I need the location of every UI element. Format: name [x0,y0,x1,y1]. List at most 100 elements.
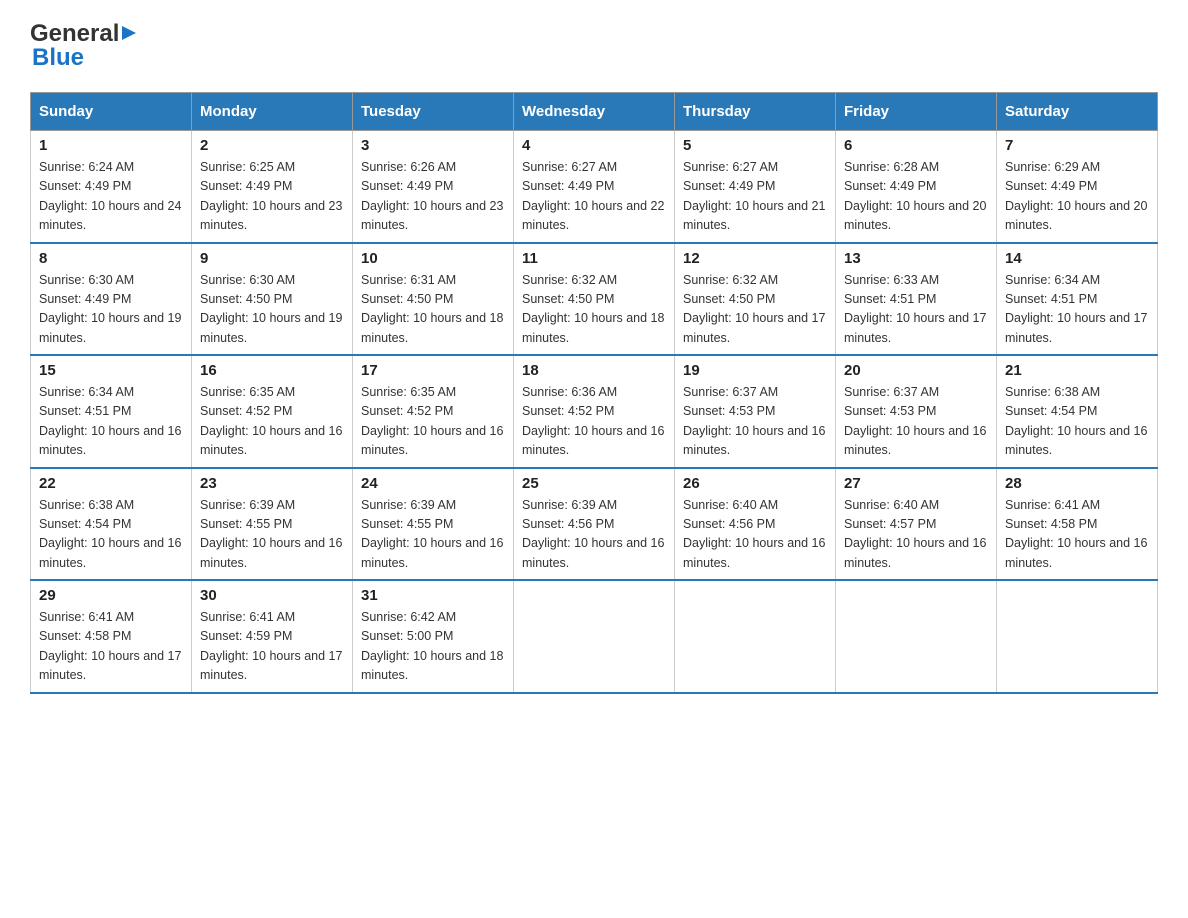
calendar-cell: 4 Sunrise: 6:27 AMSunset: 4:49 PMDayligh… [514,131,675,243]
day-info: Sunrise: 6:32 AMSunset: 4:50 PMDaylight:… [683,271,827,349]
day-info: Sunrise: 6:39 AMSunset: 4:56 PMDaylight:… [522,496,666,574]
week-row-5: 29 Sunrise: 6:41 AMSunset: 4:58 PMDaylig… [31,580,1158,693]
calendar-cell: 16 Sunrise: 6:35 AMSunset: 4:52 PMDaylig… [192,355,353,468]
day-number: 8 [39,250,183,267]
calendar-cell: 22 Sunrise: 6:38 AMSunset: 4:54 PMDaylig… [31,468,192,581]
calendar-cell: 17 Sunrise: 6:35 AMSunset: 4:52 PMDaylig… [353,355,514,468]
week-row-3: 15 Sunrise: 6:34 AMSunset: 4:51 PMDaylig… [31,355,1158,468]
day-number: 16 [200,362,344,379]
calendar-cell: 21 Sunrise: 6:38 AMSunset: 4:54 PMDaylig… [997,355,1158,468]
day-info: Sunrise: 6:34 AMSunset: 4:51 PMDaylight:… [1005,271,1149,349]
day-info: Sunrise: 6:32 AMSunset: 4:50 PMDaylight:… [522,271,666,349]
day-info: Sunrise: 6:24 AMSunset: 4:49 PMDaylight:… [39,158,183,236]
calendar-cell: 23 Sunrise: 6:39 AMSunset: 4:55 PMDaylig… [192,468,353,581]
day-info: Sunrise: 6:40 AMSunset: 4:57 PMDaylight:… [844,496,988,574]
day-info: Sunrise: 6:31 AMSunset: 4:50 PMDaylight:… [361,271,505,349]
calendar-cell: 14 Sunrise: 6:34 AMSunset: 4:51 PMDaylig… [997,243,1158,356]
day-number: 12 [683,250,827,267]
day-number: 2 [200,137,344,154]
calendar-cell: 31 Sunrise: 6:42 AMSunset: 5:00 PMDaylig… [353,580,514,693]
calendar-cell: 11 Sunrise: 6:32 AMSunset: 4:50 PMDaylig… [514,243,675,356]
day-info: Sunrise: 6:39 AMSunset: 4:55 PMDaylight:… [200,496,344,574]
day-info: Sunrise: 6:34 AMSunset: 4:51 PMDaylight:… [39,383,183,461]
day-number: 30 [200,587,344,604]
day-number: 3 [361,137,505,154]
day-number: 23 [200,475,344,492]
weekday-header-sunday: Sunday [31,93,192,131]
day-info: Sunrise: 6:27 AMSunset: 4:49 PMDaylight:… [683,158,827,236]
day-info: Sunrise: 6:35 AMSunset: 4:52 PMDaylight:… [200,383,344,461]
day-number: 15 [39,362,183,379]
day-info: Sunrise: 6:26 AMSunset: 4:49 PMDaylight:… [361,158,505,236]
day-number: 1 [39,137,183,154]
calendar-cell: 1 Sunrise: 6:24 AMSunset: 4:49 PMDayligh… [31,131,192,243]
calendar-cell: 9 Sunrise: 6:30 AMSunset: 4:50 PMDayligh… [192,243,353,356]
logo: General Blue [30,20,140,72]
calendar-cell: 27 Sunrise: 6:40 AMSunset: 4:57 PMDaylig… [836,468,997,581]
day-number: 7 [1005,137,1149,154]
calendar-cell: 25 Sunrise: 6:39 AMSunset: 4:56 PMDaylig… [514,468,675,581]
day-number: 20 [844,362,988,379]
day-number: 4 [522,137,666,154]
day-info: Sunrise: 6:40 AMSunset: 4:56 PMDaylight:… [683,496,827,574]
calendar-cell: 30 Sunrise: 6:41 AMSunset: 4:59 PMDaylig… [192,580,353,693]
calendar-cell: 15 Sunrise: 6:34 AMSunset: 4:51 PMDaylig… [31,355,192,468]
calendar-table: SundayMondayTuesdayWednesdayThursdayFrid… [30,92,1158,694]
day-info: Sunrise: 6:33 AMSunset: 4:51 PMDaylight:… [844,271,988,349]
day-number: 5 [683,137,827,154]
weekday-header-wednesday: Wednesday [514,93,675,131]
day-number: 17 [361,362,505,379]
logo-arrow-icon [122,24,140,42]
day-number: 21 [1005,362,1149,379]
day-number: 25 [522,475,666,492]
day-number: 28 [1005,475,1149,492]
day-info: Sunrise: 6:30 AMSunset: 4:50 PMDaylight:… [200,271,344,349]
calendar-cell: 12 Sunrise: 6:32 AMSunset: 4:50 PMDaylig… [675,243,836,356]
day-number: 18 [522,362,666,379]
calendar-cell: 24 Sunrise: 6:39 AMSunset: 4:55 PMDaylig… [353,468,514,581]
day-info: Sunrise: 6:28 AMSunset: 4:49 PMDaylight:… [844,158,988,236]
day-number: 11 [522,250,666,267]
calendar-cell: 28 Sunrise: 6:41 AMSunset: 4:58 PMDaylig… [997,468,1158,581]
day-info: Sunrise: 6:35 AMSunset: 4:52 PMDaylight:… [361,383,505,461]
calendar-cell [997,580,1158,693]
week-row-4: 22 Sunrise: 6:38 AMSunset: 4:54 PMDaylig… [31,468,1158,581]
week-row-1: 1 Sunrise: 6:24 AMSunset: 4:49 PMDayligh… [31,131,1158,243]
calendar-cell: 5 Sunrise: 6:27 AMSunset: 4:49 PMDayligh… [675,131,836,243]
day-info: Sunrise: 6:41 AMSunset: 4:58 PMDaylight:… [39,608,183,686]
day-info: Sunrise: 6:41 AMSunset: 4:59 PMDaylight:… [200,608,344,686]
page-header: General Blue [30,20,1158,72]
day-info: Sunrise: 6:38 AMSunset: 4:54 PMDaylight:… [39,496,183,574]
day-info: Sunrise: 6:30 AMSunset: 4:49 PMDaylight:… [39,271,183,349]
day-info: Sunrise: 6:29 AMSunset: 4:49 PMDaylight:… [1005,158,1149,236]
day-number: 9 [200,250,344,267]
day-info: Sunrise: 6:42 AMSunset: 5:00 PMDaylight:… [361,608,505,686]
calendar-cell: 7 Sunrise: 6:29 AMSunset: 4:49 PMDayligh… [997,131,1158,243]
day-number: 26 [683,475,827,492]
calendar-cell: 8 Sunrise: 6:30 AMSunset: 4:49 PMDayligh… [31,243,192,356]
weekday-header-tuesday: Tuesday [353,93,514,131]
weekday-header-row: SundayMondayTuesdayWednesdayThursdayFrid… [31,93,1158,131]
day-number: 13 [844,250,988,267]
day-info: Sunrise: 6:38 AMSunset: 4:54 PMDaylight:… [1005,383,1149,461]
week-row-2: 8 Sunrise: 6:30 AMSunset: 4:49 PMDayligh… [31,243,1158,356]
calendar-cell [836,580,997,693]
calendar-cell: 20 Sunrise: 6:37 AMSunset: 4:53 PMDaylig… [836,355,997,468]
day-info: Sunrise: 6:27 AMSunset: 4:49 PMDaylight:… [522,158,666,236]
day-info: Sunrise: 6:37 AMSunset: 4:53 PMDaylight:… [683,383,827,461]
calendar-cell: 26 Sunrise: 6:40 AMSunset: 4:56 PMDaylig… [675,468,836,581]
calendar-cell: 29 Sunrise: 6:41 AMSunset: 4:58 PMDaylig… [31,580,192,693]
calendar-cell: 6 Sunrise: 6:28 AMSunset: 4:49 PMDayligh… [836,131,997,243]
calendar-cell [675,580,836,693]
weekday-header-thursday: Thursday [675,93,836,131]
logo-blue-text: Blue [32,44,84,72]
calendar-cell: 10 Sunrise: 6:31 AMSunset: 4:50 PMDaylig… [353,243,514,356]
calendar-cell [514,580,675,693]
day-number: 31 [361,587,505,604]
day-info: Sunrise: 6:37 AMSunset: 4:53 PMDaylight:… [844,383,988,461]
calendar-cell: 18 Sunrise: 6:36 AMSunset: 4:52 PMDaylig… [514,355,675,468]
calendar-cell: 3 Sunrise: 6:26 AMSunset: 4:49 PMDayligh… [353,131,514,243]
weekday-header-monday: Monday [192,93,353,131]
day-info: Sunrise: 6:36 AMSunset: 4:52 PMDaylight:… [522,383,666,461]
day-number: 6 [844,137,988,154]
